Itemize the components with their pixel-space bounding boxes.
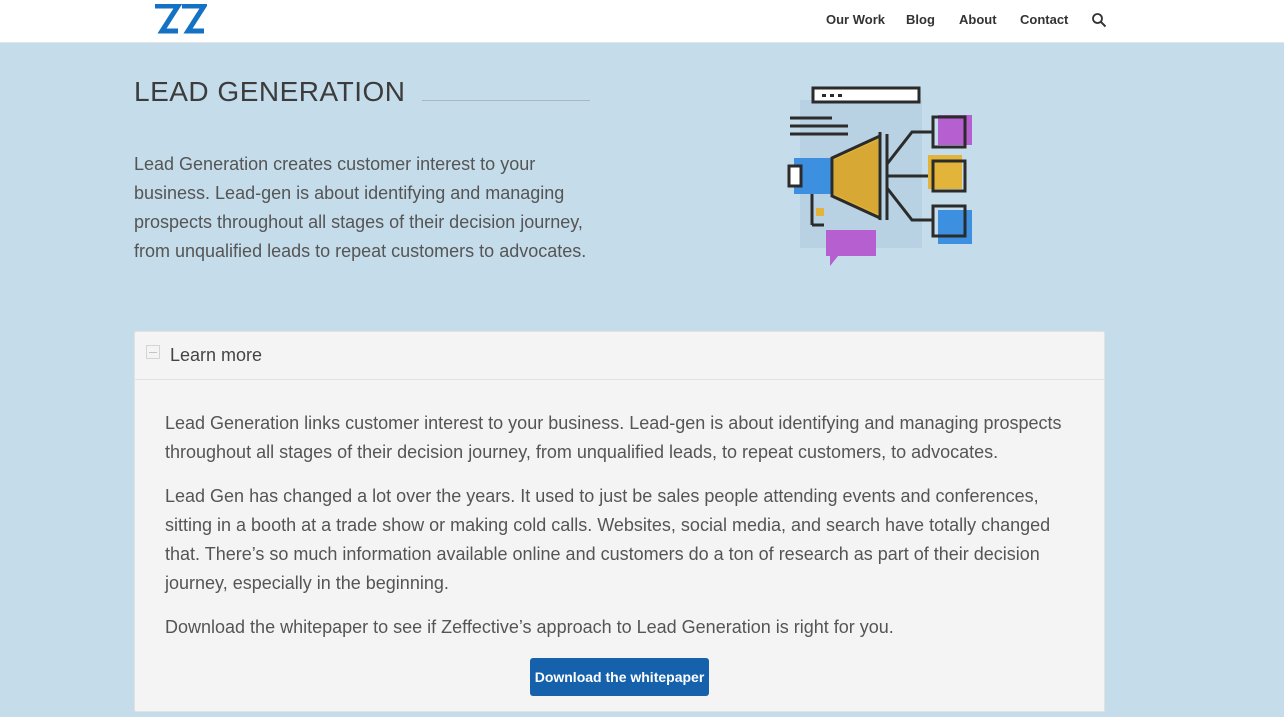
learn-more-panel: Learn more Lead Generation links custome… <box>134 331 1105 712</box>
nav-blog[interactable]: Blog <box>906 12 935 27</box>
title-divider <box>422 100 590 101</box>
nav-our-work[interactable]: Our Work <box>826 12 885 27</box>
accordion-toggle-icon[interactable] <box>146 345 160 359</box>
site-header: Our Work Blog About Contact <box>0 0 1284 43</box>
panel-paragraph: Lead Gen has changed a lot over the year… <box>165 486 1051 593</box>
panel-paragraph: Download the whitepaper to see if Zeffec… <box>165 617 894 637</box>
accordion-content: Lead Generation links customer interest … <box>165 409 1065 657</box>
search-icon[interactable] <box>1091 12 1107 28</box>
nav-contact[interactable]: Contact <box>1020 12 1068 27</box>
megaphone-illustration <box>787 86 972 266</box>
hero-description: Lead Generation creates customer interes… <box>134 154 587 261</box>
nav-about[interactable]: About <box>959 12 997 27</box>
panel-paragraph: Lead Generation links customer interest … <box>165 413 1062 462</box>
zs-logo[interactable] <box>153 4 207 34</box>
page-title: LEAD GENERATION <box>134 76 406 107</box>
accordion-header[interactable]: Learn more <box>135 332 1104 380</box>
accordion-title: Learn more <box>170 345 263 365</box>
download-whitepaper-button[interactable]: Download the whitepaper <box>530 658 709 696</box>
